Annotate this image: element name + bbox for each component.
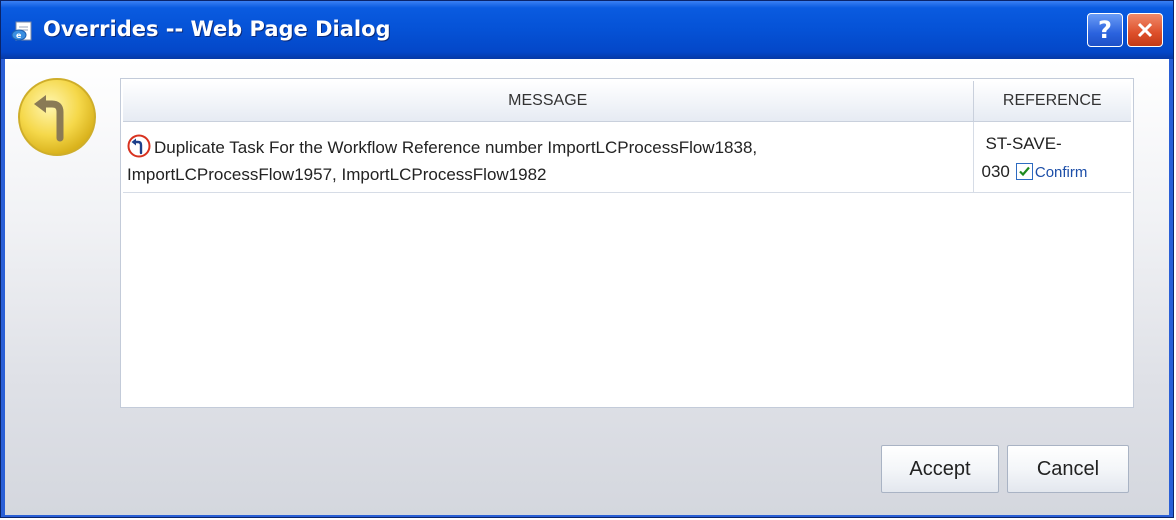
close-icon (1137, 22, 1153, 38)
confirm-checkbox[interactable] (1015, 163, 1033, 180)
title-bar[interactable]: e Overrides -- Web Page Dialog ? (1, 1, 1173, 59)
override-arrow-icon (18, 78, 96, 156)
cancel-button[interactable]: Cancel (1007, 445, 1129, 493)
column-header-message: MESSAGE (123, 81, 974, 122)
ie-page-icon: e (11, 21, 32, 41)
reference-number: 030 (981, 162, 1010, 181)
table-row: Duplicate Task For the Workflow Referenc… (123, 121, 1131, 193)
overrides-grid: MESSAGE REFERENCE Duplicate Task For the… (120, 78, 1134, 408)
overrides-table: MESSAGE REFERENCE Duplicate Task For the… (123, 81, 1131, 193)
override-arrow-icon (127, 134, 151, 158)
help-icon: ? (1098, 16, 1112, 44)
svg-text:e: e (16, 31, 22, 40)
message-text: Duplicate Task For the Workflow Referenc… (127, 138, 758, 184)
message-cell: Duplicate Task For the Workflow Referenc… (123, 121, 974, 193)
dialog-window: e Overrides -- Web Page Dialog ? MESSAGE… (0, 0, 1174, 518)
help-button[interactable]: ? (1087, 13, 1123, 47)
reference-cell: ST-SAVE- 030 Confirm (973, 121, 1131, 193)
reference-code: ST-SAVE- (985, 134, 1062, 153)
dialog-body: MESSAGE REFERENCE Duplicate Task For the… (5, 59, 1169, 515)
confirm-label[interactable]: Confirm (1035, 164, 1088, 181)
column-header-reference: REFERENCE (973, 81, 1131, 122)
header-row: MESSAGE REFERENCE (123, 81, 1131, 122)
checkmark-icon (1019, 166, 1030, 177)
close-button[interactable] (1127, 13, 1163, 47)
accept-button[interactable]: Accept (881, 445, 999, 493)
window-title: Overrides -- Web Page Dialog (43, 17, 391, 41)
